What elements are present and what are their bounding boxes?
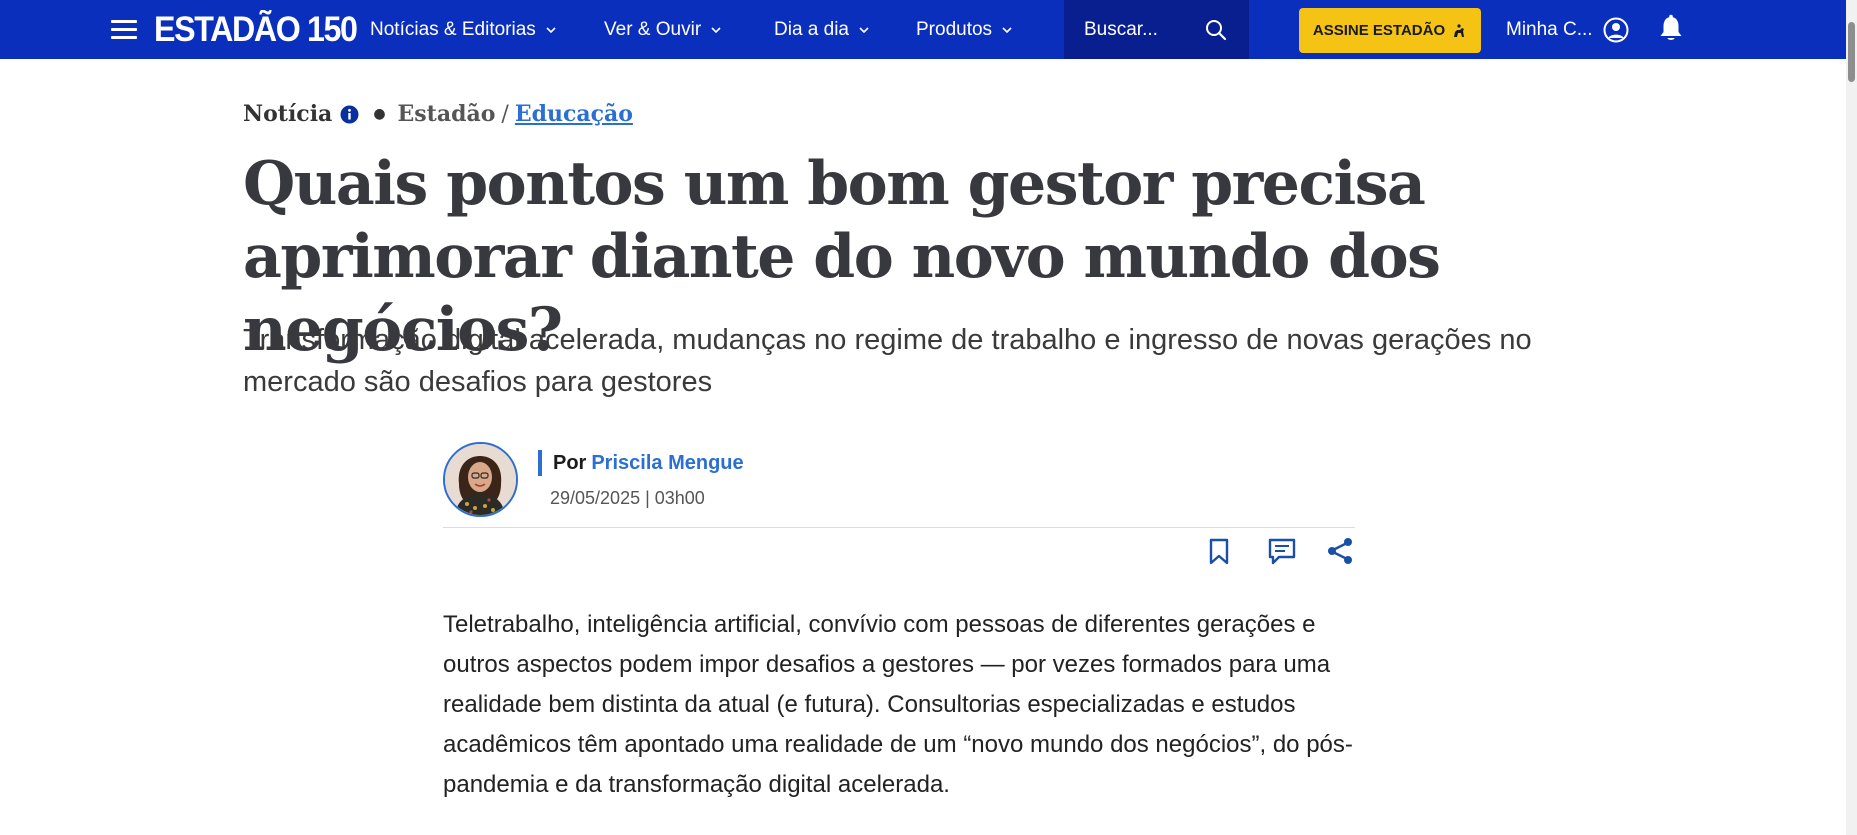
article-body-paragraph: Teletrabalho, inteligência artificial, c… <box>443 611 1353 798</box>
chevron-down-icon <box>859 26 869 33</box>
chevron-down-icon <box>1002 26 1012 33</box>
subscribe-label: ASSINE ESTADÃO <box>1312 22 1446 39</box>
author-avatar[interactable] <box>443 442 518 517</box>
scrollbar-thumb[interactable] <box>1848 22 1855 82</box>
separator-dot: ● <box>373 106 386 122</box>
comment-icon[interactable] <box>1267 536 1297 566</box>
hamburger-menu-icon[interactable] <box>111 20 137 40</box>
top-navigation-bar: ESTADÃO 150 Notícias & Editorias Ver & O… <box>0 0 1857 59</box>
nav-label: Produtos <box>916 18 993 40</box>
info-icon[interactable] <box>340 105 359 124</box>
byline: Por Priscila Mengue 29/05/2025 | 03h00 <box>443 442 1355 528</box>
horse-rider-icon <box>1454 23 1465 37</box>
account-label: Minha C... <box>1506 18 1593 40</box>
account-menu[interactable]: Minha C... <box>1506 0 1629 59</box>
author-line: Por Priscila Mengue <box>538 450 744 476</box>
article-subhead: Transformação digital acelerada, mudança… <box>243 324 1532 398</box>
nav-label: Ver & Ouvir <box>604 18 702 40</box>
nav-label: Dia a dia <box>774 18 849 40</box>
nav-noticias-editorias[interactable]: Notícias & Editorias <box>370 0 556 59</box>
breadcrumb-separator: / <box>501 101 509 127</box>
share-icon[interactable] <box>1325 536 1355 566</box>
section-link[interactable]: Educação <box>515 101 633 127</box>
nav-dia-a-dia[interactable]: Dia a dia <box>774 0 869 59</box>
nav-label: Notícias & Editorias <box>370 18 536 40</box>
chevron-down-icon <box>711 26 721 33</box>
search-box <box>1064 0 1249 59</box>
bookmark-icon[interactable] <box>1204 536 1234 566</box>
breadcrumb: Notícia ● Estadão / Educação <box>243 98 633 130</box>
estadao-logo[interactable]: ESTADÃO 150 <box>154 10 358 50</box>
search-icon[interactable] <box>1205 19 1227 41</box>
author-link[interactable]: Priscila Mengue <box>591 452 743 475</box>
subscribe-button[interactable]: ASSINE ESTADÃO <box>1299 8 1481 53</box>
user-icon <box>1603 17 1629 42</box>
content-type-label: Notícia <box>243 101 333 127</box>
search-input[interactable] <box>1084 18 1204 41</box>
source-label: Estadão <box>397 101 496 127</box>
byline-prefix: Por <box>553 451 587 474</box>
chevron-down-icon <box>546 26 556 33</box>
bell-icon[interactable] <box>1657 14 1685 44</box>
byline-divider <box>443 527 1355 528</box>
nav-produtos[interactable]: Produtos <box>916 0 1012 59</box>
publish-date: 29/05/2025 | 03h00 <box>550 488 705 508</box>
page-scrollbar[interactable] <box>1846 0 1857 835</box>
nav-ver-ouvir[interactable]: Ver & Ouvir <box>604 0 721 59</box>
